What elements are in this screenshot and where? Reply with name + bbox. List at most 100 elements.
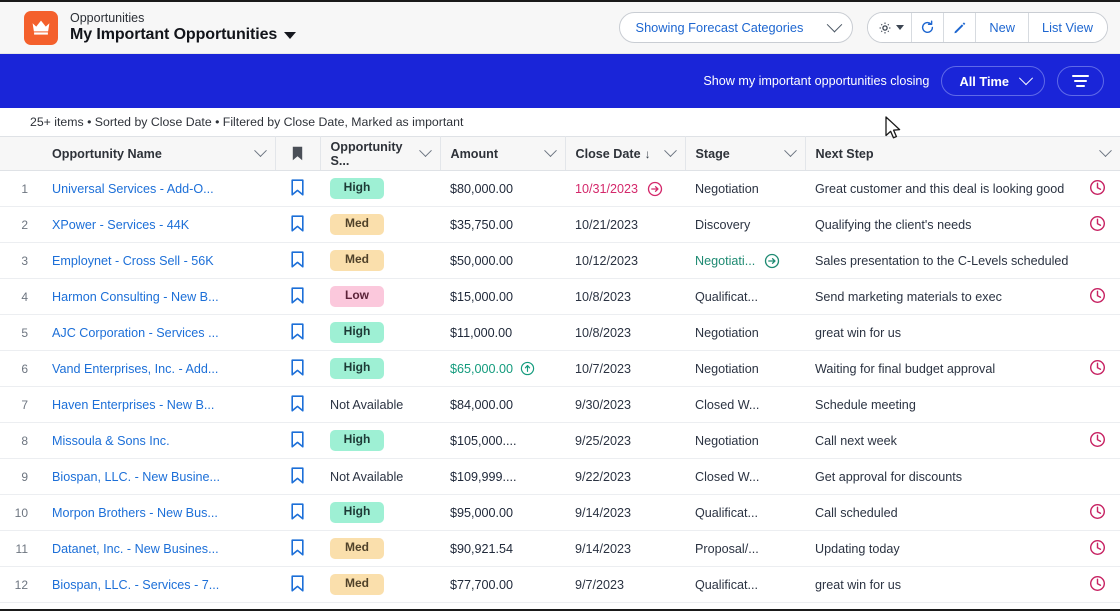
bookmark-cell[interactable] — [275, 530, 320, 567]
bookmark-cell[interactable] — [275, 566, 320, 603]
activity-clock-indicator[interactable] — [1089, 431, 1106, 451]
bookmark-cell[interactable] — [275, 386, 320, 423]
opportunity-name-link[interactable]: Datanet, Inc. - New Busines... — [52, 542, 219, 556]
time-range-select[interactable]: All Time — [941, 66, 1045, 96]
bookmark-cell[interactable] — [275, 350, 320, 387]
column-header-opportunity-score[interactable]: Opportunity S... — [320, 136, 441, 171]
opportunity-name-cell[interactable]: Vand Enterprises, Inc. - Add... — [42, 350, 275, 387]
amount-value: $11,000.00 — [450, 325, 513, 340]
opportunity-name-link[interactable]: Harmon Consulting - New B... — [52, 290, 219, 304]
refresh-button[interactable] — [912, 13, 945, 42]
opportunity-score-badge: High — [330, 502, 384, 523]
opportunity-name-cell[interactable]: AJC Corporation - Services ... — [42, 314, 275, 351]
table-row[interactable]: 6 Vand Enterprises, Inc. - Add... High $65,… — [0, 350, 1120, 387]
opportunity-name-cell[interactable]: Missoula & Sons Inc. — [42, 422, 275, 459]
bookmark-cell[interactable] — [275, 278, 320, 315]
column-header-row-number — [0, 136, 42, 171]
activity-clock-indicator[interactable] — [1089, 575, 1106, 595]
table-row[interactable]: 9 Biospan, LLC. - New Busine... Not Availa… — [0, 458, 1120, 495]
chevron-down-icon[interactable] — [827, 16, 843, 33]
chevron-down-icon[interactable] — [253, 144, 267, 158]
new-button[interactable]: New — [976, 13, 1030, 42]
amount-value: $80,000.00 — [450, 181, 514, 196]
opportunity-name-cell[interactable]: Datanet, Inc. - New Busines... — [42, 530, 275, 567]
list-view-button[interactable]: List View — [1029, 13, 1107, 42]
column-header-bookmark[interactable] — [275, 136, 321, 171]
chevron-down-icon[interactable] — [418, 144, 432, 158]
opportunity-name-link[interactable]: Biospan, LLC. - New Busine... — [52, 470, 220, 484]
next-step-value: Schedule meeting — [815, 397, 916, 412]
next-step-value: Get approval for discounts — [815, 469, 963, 484]
amount-cell: $105,000.... — [440, 422, 565, 459]
chevron-down-icon[interactable] — [1018, 71, 1034, 86]
opportunity-name-link[interactable]: AJC Corporation - Services ... — [52, 326, 219, 340]
bookmark-cell[interactable] — [275, 458, 320, 495]
table-row[interactable]: 12 Biospan, LLC. - Services - 7... Med $77,… — [0, 566, 1120, 603]
table-row[interactable]: 4 Harmon Consulting - New B... Low $15,000.… — [0, 278, 1120, 315]
clock-icon — [1089, 539, 1106, 555]
close-date-value: 9/7/2023 — [575, 577, 625, 592]
activity-clock-indicator[interactable] — [1089, 503, 1106, 523]
table-row[interactable]: 3 Employnet - Cross Sell - 56K Med $50,000.… — [0, 242, 1120, 279]
clock-icon — [1089, 287, 1106, 303]
list-view-switcher[interactable]: My Important Opportunities — [70, 26, 297, 44]
close-date-value: 10/21/2023 — [575, 217, 639, 232]
caret-down-icon[interactable] — [895, 25, 904, 30]
table-row[interactable]: 11 Datanet, Inc. - New Busines... Med $90,9… — [0, 530, 1120, 567]
crown-icon — [24, 10, 58, 45]
bookmark-cell[interactable] — [275, 422, 320, 459]
stage-cell: Negotiation — [685, 350, 805, 387]
opportunity-name-link[interactable]: Employnet - Cross Sell - 56K — [52, 254, 214, 268]
table-row[interactable]: 10 Morpon Brothers - New Bus... High $95,00… — [0, 494, 1120, 531]
opportunity-name-cell[interactable]: Biospan, LLC. - Services - 7... — [42, 566, 275, 603]
chevron-down-icon[interactable] — [543, 144, 557, 158]
bookmark-cell[interactable] — [275, 314, 320, 351]
opportunity-name-link[interactable]: Vand Enterprises, Inc. - Add... — [52, 362, 218, 376]
activity-clock-indicator[interactable] — [1089, 539, 1106, 559]
opportunity-name-link[interactable]: Missoula & Sons Inc. — [52, 434, 170, 448]
table-row[interactable]: 1 Universal Services - Add-O... High $80,00… — [0, 170, 1120, 207]
opportunity-name-cell[interactable]: XPower - Services - 44K — [42, 206, 275, 243]
activity-clock-indicator[interactable] — [1089, 179, 1106, 199]
opportunity-name-link[interactable]: Haven Enterprises - New B... — [52, 398, 214, 412]
bookmark-cell[interactable] — [275, 494, 320, 531]
chevron-down-icon[interactable] — [663, 144, 677, 158]
opportunity-name-cell[interactable]: Biospan, LLC. - New Busine... — [42, 458, 275, 495]
opportunity-name-cell[interactable]: Employnet - Cross Sell - 56K — [42, 242, 275, 279]
forecast-categories-select[interactable]: Showing Forecast Categories — [618, 12, 854, 43]
table-row[interactable]: 7 Haven Enterprises - New B... Not Availab… — [0, 386, 1120, 423]
opportunity-name-link[interactable]: Morpon Brothers - New Bus... — [52, 506, 218, 520]
column-header-stage[interactable]: Stage — [685, 136, 806, 171]
edit-button[interactable] — [944, 13, 977, 42]
list-view-controls-button[interactable] — [868, 13, 913, 42]
table-row[interactable]: 5 AJC Corporation - Services ... High $11,0… — [0, 314, 1120, 351]
column-header-amount[interactable]: Amount — [440, 136, 566, 171]
column-header-opportunity-name[interactable]: Opportunity Name — [42, 136, 276, 171]
table-row[interactable]: 8 Missoula & Sons Inc. High $105,000.... 9/2… — [0, 422, 1120, 459]
opportunity-name-cell[interactable]: Universal Services - Add-O... — [42, 170, 275, 207]
opportunity-name-cell[interactable]: Harmon Consulting - New B... — [42, 278, 275, 315]
activity-clock-indicator[interactable] — [1089, 287, 1106, 307]
opportunity-name-cell[interactable]: Morpon Brothers - New Bus... — [42, 494, 275, 531]
activity-clock-indicator[interactable] — [1089, 359, 1106, 379]
bookmark-cell[interactable] — [275, 170, 320, 207]
bookmark-cell[interactable] — [275, 206, 320, 243]
opportunity-name-link[interactable]: Universal Services - Add-O... — [52, 182, 214, 196]
opportunity-name-cell[interactable]: Haven Enterprises - New B... — [42, 386, 275, 423]
chevron-down-icon[interactable] — [783, 144, 797, 158]
column-label: Stage — [695, 146, 730, 161]
table-row[interactable]: 2 XPower - Services - 44K Med $35,750.00 10/… — [0, 206, 1120, 243]
filter-button[interactable] — [1057, 66, 1104, 96]
column-header-next-step[interactable]: Next Step — [805, 136, 1120, 171]
chevron-down-icon[interactable] — [1098, 144, 1112, 158]
opportunity-score-value: Not Available — [330, 469, 404, 484]
close-date-cell: 10/8/2023 — [565, 278, 685, 315]
opportunity-name-link[interactable]: Biospan, LLC. - Services - 7... — [52, 578, 219, 592]
bookmark-cell[interactable] — [275, 242, 320, 279]
column-header-close-date[interactable]: Close Date ↓ — [565, 136, 686, 171]
opportunity-name-link[interactable]: XPower - Services - 44K — [52, 218, 189, 232]
caret-down-icon[interactable] — [284, 31, 297, 39]
activity-clock-indicator[interactable] — [1089, 215, 1106, 235]
bookmark-icon — [291, 286, 304, 304]
opportunity-score-badge: Med — [330, 574, 384, 595]
